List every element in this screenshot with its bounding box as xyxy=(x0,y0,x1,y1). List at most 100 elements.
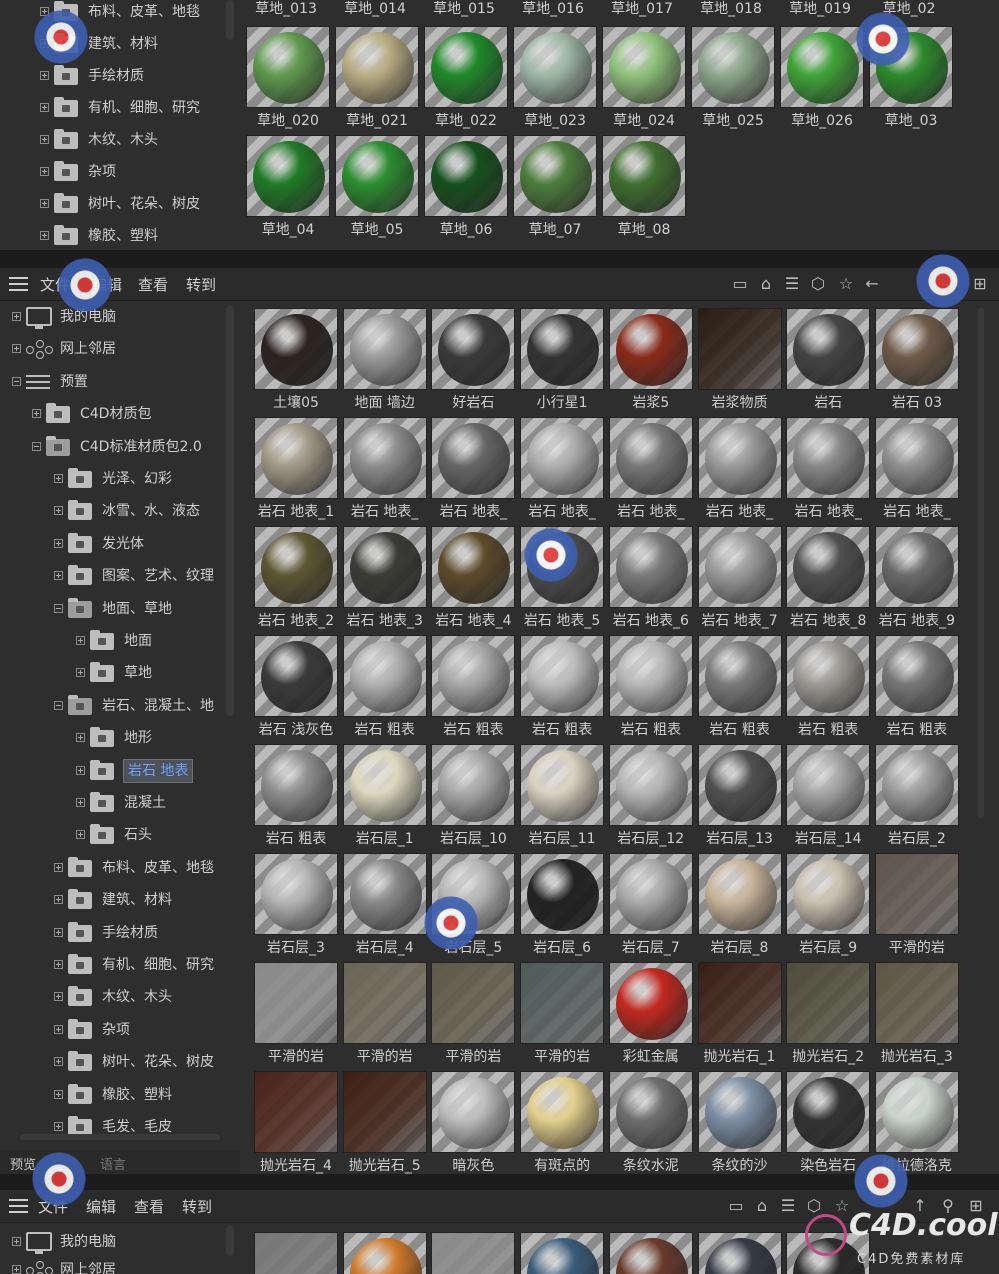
material-tile[interactable]: 抛光岩石_2 xyxy=(786,962,871,1065)
material-thumbnail[interactable] xyxy=(342,635,427,717)
tree-item[interactable]: 岩石 地表 xyxy=(0,757,232,785)
tree-item[interactable]: 发光体 xyxy=(0,530,232,558)
expand-toggle-icon[interactable] xyxy=(12,1237,21,1246)
expand-toggle-icon[interactable] xyxy=(54,538,63,548)
material-thumbnail[interactable] xyxy=(254,962,338,1044)
material-tile[interactable]: 岩浆5 xyxy=(608,308,693,411)
tree-item[interactable]: 地面、草地 xyxy=(0,595,232,623)
material-tile[interactable]: 岩石 粗表 xyxy=(520,635,605,738)
material-tile[interactable]: 岩石 地表_ xyxy=(431,417,516,520)
material-thumbnail[interactable] xyxy=(874,853,959,935)
material-thumbnail[interactable] xyxy=(786,635,871,717)
material-tile[interactable]: 岩石层_8 xyxy=(697,853,782,956)
material-tile[interactable]: 岩石 03 xyxy=(874,308,959,411)
material-thumbnail[interactable] xyxy=(697,744,782,826)
material-thumbnail[interactable] xyxy=(431,635,516,717)
material-tile[interactable]: 地面 墙边 xyxy=(342,308,427,411)
material-tile[interactable]: 岩浆物质 xyxy=(697,308,782,411)
material-thumbnail[interactable] xyxy=(608,744,693,826)
tree-item[interactable]: 树叶、花朵、树皮 xyxy=(0,190,232,218)
tree-item[interactable]: 我的电脑 xyxy=(0,303,232,331)
expand-toggle-icon[interactable] xyxy=(12,376,21,386)
bottom-menu-view[interactable]: 查看 xyxy=(134,1196,164,1217)
expand-toggle-icon[interactable] xyxy=(54,700,63,710)
material-thumbnail[interactable] xyxy=(780,26,864,108)
expand-toggle-icon[interactable] xyxy=(54,506,63,516)
expand-toggle-icon[interactable] xyxy=(54,1024,63,1034)
top-tree-scrollbar[interactable] xyxy=(226,0,234,40)
material-tile[interactable]: 草地_020 xyxy=(246,26,330,129)
material-thumbnail[interactable] xyxy=(608,1232,693,1274)
material-tile[interactable]: 岩石 粗表 xyxy=(786,635,871,738)
material-tile[interactable]: 草地_04 xyxy=(246,135,330,238)
material-tile[interactable] xyxy=(254,1232,338,1274)
tree-item[interactable]: 网上邻居 xyxy=(0,1256,232,1274)
material-tile[interactable]: 岩石 地表_6 xyxy=(608,526,693,629)
expand-toggle-icon[interactable] xyxy=(76,798,85,807)
material-thumbnail[interactable] xyxy=(608,308,693,390)
bottom-home-icon[interactable]: ⌂ xyxy=(752,1196,772,1216)
material-tile[interactable]: 岩石 地表_2 xyxy=(254,526,338,629)
expand-toggle-icon[interactable] xyxy=(76,830,85,840)
material-thumbnail[interactable] xyxy=(786,526,871,608)
material-tile[interactable]: 岩石层_11 xyxy=(520,744,605,847)
expand-toggle-icon[interactable] xyxy=(40,199,49,208)
tree-item[interactable]: 石头 xyxy=(0,821,232,849)
material-thumbnail[interactable] xyxy=(697,308,782,390)
material-tile[interactable] xyxy=(520,1232,605,1274)
material-tile[interactable]: 岩石 地表_ xyxy=(342,417,427,520)
material-thumbnail[interactable] xyxy=(602,135,686,217)
expand-toggle-icon[interactable] xyxy=(54,1057,63,1067)
material-thumbnail[interactable] xyxy=(254,417,338,499)
material-tile[interactable]: 平滑的岩 xyxy=(431,962,516,1065)
expand-toggle-icon[interactable] xyxy=(54,474,63,483)
material-thumbnail[interactable] xyxy=(254,635,338,717)
tree-item[interactable]: 手绘材质 xyxy=(0,62,232,90)
material-thumbnail[interactable] xyxy=(786,744,871,826)
material-tile[interactable]: 岩石 地表_7 xyxy=(697,526,782,629)
expand-toggle-icon[interactable] xyxy=(40,71,49,80)
bottom-menu-goto[interactable]: 转到 xyxy=(182,1196,212,1217)
tree-item[interactable]: 木纹、木头 xyxy=(0,983,232,1011)
material-tile[interactable]: 草地_07 xyxy=(513,135,597,238)
tab-preview[interactable]: 预览 xyxy=(10,1154,36,1173)
expand-toggle-icon[interactable] xyxy=(12,344,21,354)
material-thumbnail[interactable] xyxy=(602,26,686,108)
material-thumbnail[interactable] xyxy=(608,853,693,935)
tree-item[interactable]: 预置 xyxy=(0,368,232,396)
menu-view[interactable]: 查看 xyxy=(138,274,168,295)
material-tile[interactable]: 染色岩石 xyxy=(786,1071,871,1174)
material-tile[interactable]: 平滑的岩 xyxy=(874,853,959,956)
hamburger-icon[interactable] xyxy=(9,277,28,291)
tree-item[interactable]: 橡胶、塑料 xyxy=(0,1081,232,1109)
expand-toggle-icon[interactable] xyxy=(54,1122,63,1131)
material-tile[interactable]: 岩石 粗表 xyxy=(697,635,782,738)
material-tile[interactable]: 抛光岩石_5 xyxy=(342,1071,427,1174)
material-tile[interactable]: 草地_05 xyxy=(335,135,419,238)
material-thumbnail[interactable] xyxy=(691,26,775,108)
material-thumbnail[interactable] xyxy=(608,962,693,1044)
material-tile[interactable]: 岩石层_12 xyxy=(608,744,693,847)
material-thumbnail[interactable] xyxy=(254,744,338,826)
expand-toggle-icon[interactable] xyxy=(54,1089,63,1099)
material-tile[interactable]: 平滑的岩 xyxy=(520,962,605,1065)
material-thumbnail[interactable] xyxy=(697,962,782,1044)
tree-item[interactable]: 杂项 xyxy=(0,1016,232,1044)
expand-toggle-icon[interactable] xyxy=(32,409,41,419)
material-tile[interactable]: 草地_06 xyxy=(424,135,508,238)
star-icon[interactable]: ☆ xyxy=(836,274,856,294)
expand-toggle-icon[interactable] xyxy=(40,103,49,112)
material-thumbnail[interactable] xyxy=(431,1232,516,1274)
bottom-tree-scrollbar[interactable] xyxy=(226,1226,234,1256)
material-tile[interactable]: 岩石层_14 xyxy=(786,744,871,847)
expand-toggle-icon[interactable] xyxy=(54,571,63,581)
material-thumbnail[interactable] xyxy=(520,744,605,826)
material-thumbnail[interactable] xyxy=(246,26,330,108)
material-tile[interactable]: 有斑点的 xyxy=(520,1071,605,1174)
material-thumbnail[interactable] xyxy=(874,962,959,1044)
material-tile[interactable]: 岩石层_4 xyxy=(342,853,427,956)
material-tile[interactable]: 岩石层_13 xyxy=(697,744,782,847)
material-tile[interactable]: 彩虹金属 xyxy=(608,962,693,1065)
material-thumbnail[interactable] xyxy=(342,962,427,1044)
expand-toggle-icon[interactable] xyxy=(54,862,63,872)
